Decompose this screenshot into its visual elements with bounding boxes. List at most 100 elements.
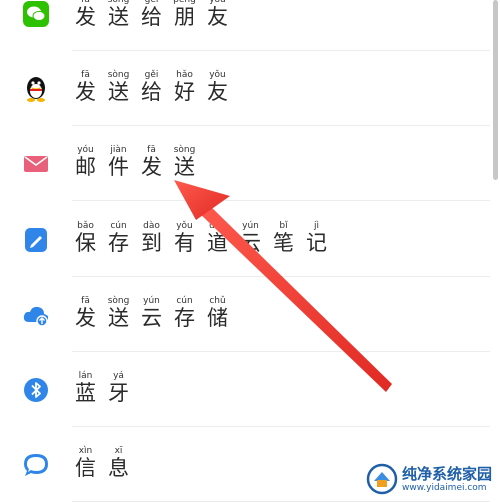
hanzi: 送 — [108, 80, 129, 104]
label-character: jiàn 件 — [105, 145, 132, 179]
label-character: gěi 给 — [138, 0, 165, 29]
label-character: bǐ 笔 — [270, 221, 297, 255]
watermark-logo-icon — [366, 463, 398, 495]
share-option-bluetooth[interactable]: lán 蓝 yá 牙 — [0, 352, 490, 427]
hanzi: 发 — [141, 155, 162, 179]
share-option-label: fā 发 sòng 送 gěi 给 hǎo 好 yǒu 友 — [72, 70, 231, 104]
label-character: chǔ 储 — [204, 296, 231, 330]
pinyin: bǎo — [77, 221, 94, 231]
hanzi: 发 — [75, 306, 96, 330]
pinyin: hǎo — [176, 70, 193, 80]
share-option-label: xìn 信 xī 息 — [72, 446, 132, 480]
label-character: xī 息 — [105, 446, 132, 480]
watermark-title: 纯净系统家园 — [402, 465, 493, 483]
label-character: yóu 邮 — [72, 145, 99, 179]
hanzi: 云 — [141, 306, 162, 330]
scrollbar[interactable] — [493, 0, 498, 180]
hanzi: 记 — [306, 231, 327, 255]
label-character: cún 存 — [105, 221, 132, 255]
pinyin: lán — [78, 371, 93, 381]
hanzi: 信 — [75, 456, 96, 480]
watermark-url: www.yidaimei.com — [402, 483, 487, 493]
label-character: fā 发 — [138, 145, 165, 179]
share-option-wechat[interactable]: fā 发 sòng 送 gěi 给 péng 朋 yǒu 友 — [0, 0, 490, 51]
youdao-note-icon — [21, 225, 51, 255]
hanzi: 送 — [108, 5, 129, 29]
watermark: 纯净系统家园 www.yidaimei.com — [360, 458, 500, 500]
share-option-label: yóu 邮 jiàn 件 fā 发 sòng 送 — [72, 145, 198, 179]
label-character: yá 牙 — [105, 371, 132, 405]
share-option-youdao[interactable]: bǎo 保 cún 存 dào 到 yǒu 有 dào 道 yún 云 bǐ 笔 jì 记 — [0, 202, 490, 277]
pinyin: gěi — [144, 70, 159, 80]
share-option-label: fā 发 sòng 送 yún 云 cún 存 chǔ 储 — [72, 296, 231, 330]
pinyin: yóu — [77, 145, 94, 155]
pinyin: bǐ — [279, 221, 288, 231]
label-character: dào 道 — [204, 221, 231, 255]
share-option-label: bǎo 保 cún 存 dào 到 yǒu 有 dào 道 yún 云 bǐ 笔 jì 记 — [72, 221, 330, 255]
hanzi: 云 — [240, 231, 261, 255]
label-character: lán 蓝 — [72, 371, 99, 405]
label-character: gěi 给 — [138, 70, 165, 104]
pinyin: xìn — [78, 446, 93, 456]
hanzi: 笔 — [273, 231, 294, 255]
hanzi: 到 — [141, 231, 162, 255]
pinyin: dào — [143, 221, 160, 231]
label-character: fā 发 — [72, 70, 99, 104]
hanzi: 给 — [141, 5, 162, 29]
hanzi: 保 — [75, 231, 96, 255]
label-character: bǎo 保 — [72, 221, 99, 255]
hanzi: 蓝 — [75, 381, 96, 405]
pinyin: sòng — [107, 70, 130, 80]
hanzi: 送 — [108, 306, 129, 330]
hanzi: 道 — [207, 231, 228, 255]
pinyin: chǔ — [209, 296, 226, 306]
hanzi: 牙 — [108, 381, 129, 405]
pinyin: sòng — [107, 296, 130, 306]
label-character: fā 发 — [72, 296, 99, 330]
pinyin: xī — [114, 446, 123, 456]
hanzi: 友 — [207, 80, 228, 104]
pinyin: yǒu — [209, 70, 226, 80]
pinyin: yún — [242, 221, 259, 231]
pinyin: fā — [81, 70, 90, 80]
bluetooth-icon — [21, 375, 51, 405]
label-character: yún 云 — [138, 296, 165, 330]
share-option-qq[interactable]: fā 发 sòng 送 gěi 给 hǎo 好 yǒu 友 — [0, 51, 490, 126]
qq-penguin-icon — [21, 74, 51, 104]
hanzi: 有 — [174, 231, 195, 255]
hanzi: 给 — [141, 80, 162, 104]
label-character: yún 云 — [237, 221, 264, 255]
hanzi: 邮 — [75, 155, 96, 179]
label-character: jì 记 — [303, 221, 330, 255]
share-menu: fā 发 sòng 送 gěi 给 péng 朋 yǒu 友 fā 发 sòng 送 gěi 给 hǎo 好 yǒu… — [0, 0, 500, 502]
label-character: yǒu 有 — [171, 221, 198, 255]
share-option-label: lán 蓝 yá 牙 — [72, 371, 132, 405]
pinyin: yún — [143, 296, 160, 306]
pinyin: cún — [176, 296, 193, 306]
mail-icon — [21, 149, 51, 179]
hanzi: 储 — [207, 306, 228, 330]
hanzi: 好 — [174, 80, 195, 104]
share-option-email[interactable]: yóu 邮 jiàn 件 fā 发 sòng 送 — [0, 126, 490, 201]
hanzi: 息 — [108, 456, 129, 480]
label-character: sòng 送 — [105, 70, 132, 104]
message-icon — [21, 450, 51, 480]
hanzi: 发 — [75, 80, 96, 104]
pinyin: jiàn — [110, 145, 127, 155]
share-option-cloud[interactable]: fā 发 sòng 送 yún 云 cún 存 chǔ 储 — [0, 277, 490, 352]
hanzi: 发 — [75, 5, 96, 29]
share-option-label: fā 发 sòng 送 gěi 给 péng 朋 yǒu 友 — [72, 0, 231, 29]
label-character: yǒu 友 — [204, 0, 231, 29]
hanzi: 送 — [174, 155, 195, 179]
hanzi: 件 — [108, 155, 129, 179]
hanzi: 存 — [174, 306, 195, 330]
label-character: dào 到 — [138, 221, 165, 255]
hanzi: 朋 — [174, 5, 195, 29]
pinyin: jì — [313, 221, 319, 231]
label-character: sòng 送 — [171, 145, 198, 179]
label-character: hǎo 好 — [171, 70, 198, 104]
label-character: yǒu 友 — [204, 70, 231, 104]
label-character: xìn 信 — [72, 446, 99, 480]
pinyin: yá — [113, 371, 124, 381]
hanzi: 友 — [207, 5, 228, 29]
